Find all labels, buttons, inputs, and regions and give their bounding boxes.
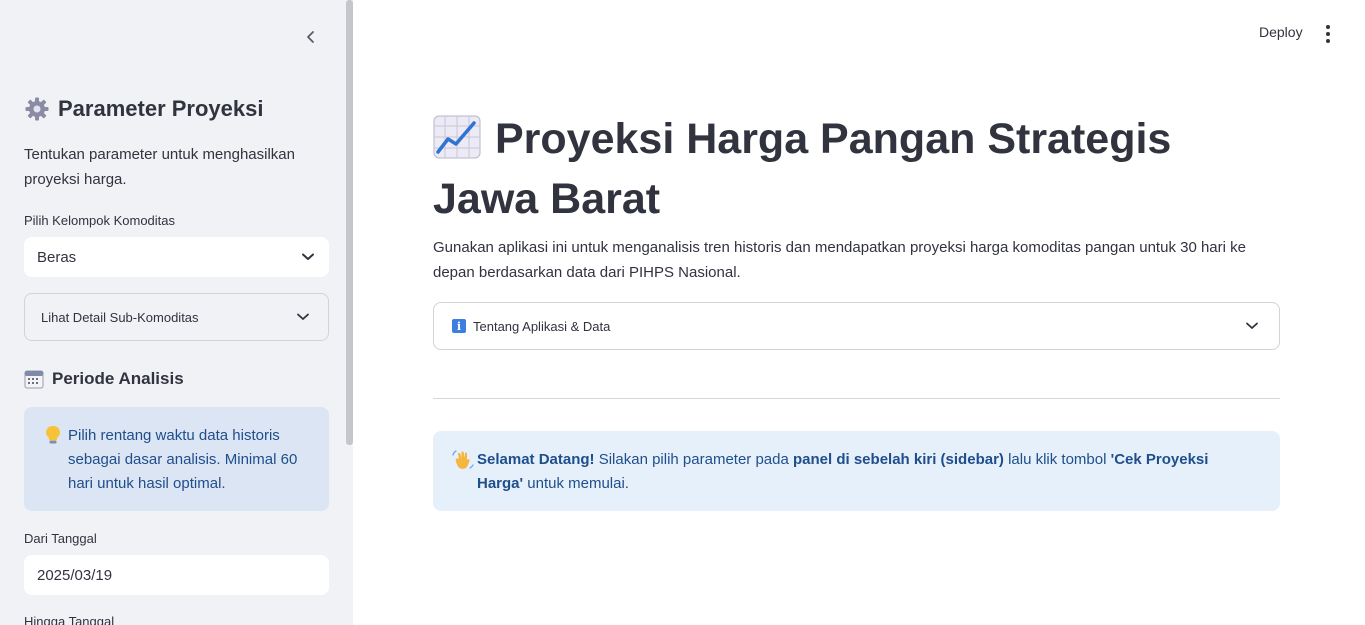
- sub-commodity-expander-label: Lihat Detail Sub-Komoditas: [41, 309, 199, 325]
- from-date-label: Dari Tanggal: [24, 531, 97, 546]
- sidebar-heading-text: Parameter Proyeksi: [58, 96, 264, 121]
- about-expander-label: Tentang Aplikasi & Data: [473, 318, 611, 334]
- welcome-text: Selamat Datang! Silakan pilih parameter …: [477, 448, 1250, 511]
- collapse-sidebar-button[interactable]: [300, 26, 322, 48]
- welcome-panel-ref: panel di sebelah kiri (sidebar): [793, 451, 1004, 468]
- welcome-greeting: Selamat Datang!: [477, 451, 595, 468]
- lightbulb-icon: [44, 424, 64, 511]
- from-date-input[interactable]: 2025/03/19: [24, 555, 329, 595]
- chevron-down-icon: [297, 313, 309, 320]
- calendar-icon: [24, 369, 44, 389]
- gear-icon: [24, 96, 50, 122]
- page-description: Gunakan aplikasi ini untuk menganalisis …: [433, 239, 1246, 281]
- waving-hand-icon: [451, 448, 477, 511]
- welcome-info-box: Selamat Datang! Silakan pilih parameter …: [433, 431, 1280, 511]
- commodity-label: Pilih Kelompok Komoditas: [24, 213, 176, 228]
- about-expander[interactable]: i Tentang Aplikasi & Data: [433, 302, 1280, 350]
- period-info-box: Pilih rentang waktu data historis sebaga…: [24, 407, 329, 511]
- page-title-text: Proyeksi Harga Pangan Strategis Jawa Bar…: [433, 115, 1172, 223]
- period-heading-text: Periode Analisis: [52, 369, 184, 388]
- from-date-value: 2025/03/19: [37, 566, 113, 584]
- welcome-text-part: Silakan pilih parameter pada: [594, 451, 793, 468]
- to-date-label: Hingga Tanggal: [24, 614, 115, 625]
- page-title: Proyeksi Harga Pangan Strategis Jawa Bar…: [433, 112, 1283, 226]
- divider: [433, 398, 1280, 399]
- info-icon: i: [452, 319, 466, 333]
- period-info-text: Pilih rentang waktu data historis sebaga…: [68, 427, 298, 492]
- main-menu-button[interactable]: [1320, 24, 1336, 44]
- welcome-text-part: lalu klik tombol: [1003, 451, 1111, 468]
- period-heading: Periode Analisis: [24, 369, 184, 389]
- welcome-text-part: untuk memulai.: [523, 475, 629, 492]
- chevron-down-icon: [1246, 322, 1258, 329]
- sidebar-scrollbar[interactable]: [346, 0, 353, 445]
- chart-increasing-icon: [433, 115, 481, 172]
- more-vertical-icon: [1326, 25, 1330, 29]
- chevron-down-icon: [302, 253, 314, 260]
- sub-commodity-expander[interactable]: Lihat Detail Sub-Komoditas: [24, 293, 329, 341]
- deploy-button[interactable]: Deploy: [1252, 24, 1310, 44]
- chevron-left-icon: [307, 31, 314, 43]
- commodity-select-value: Beras: [37, 248, 77, 266]
- sidebar-heading: Parameter Proyeksi: [24, 96, 263, 122]
- commodity-select[interactable]: Beras: [24, 237, 329, 277]
- sidebar: Parameter Proyeksi Tentukan parameter un…: [0, 0, 353, 625]
- sidebar-description: Tentukan parameter untuk menghasilkan pr…: [24, 146, 295, 188]
